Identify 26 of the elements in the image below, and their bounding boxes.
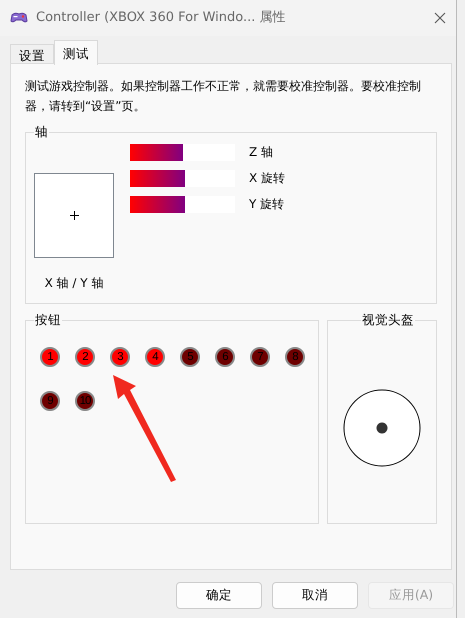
ok-button[interactable]: 确定 bbox=[176, 582, 262, 609]
window-title: Controller (XBOX 360 For Windo... 属性 bbox=[36, 9, 287, 28]
close-icon[interactable] bbox=[434, 12, 446, 24]
button-indicator: 2 bbox=[75, 347, 95, 367]
axis-label: X 轴 / Y 轴 bbox=[44, 275, 104, 292]
button-indicator: 6 bbox=[215, 347, 235, 367]
button-indicator: 8 bbox=[285, 347, 305, 367]
axis-label: Z 轴 bbox=[249, 144, 274, 161]
button-indicator: 9 bbox=[40, 391, 60, 411]
tab[interactable]: 测试 bbox=[54, 40, 98, 65]
crosshair-icon bbox=[70, 211, 78, 220]
group-title: 视觉头盔 bbox=[361, 313, 415, 327]
button-indicator: 4 bbox=[145, 347, 165, 367]
axis-label: X 旋转 bbox=[249, 170, 286, 187]
button-indicator: 5 bbox=[180, 347, 200, 367]
tab[interactable]: 设置 bbox=[10, 44, 54, 65]
axis-label: Y 旋转 bbox=[249, 196, 284, 213]
group-title: 轴 bbox=[34, 125, 49, 139]
button-indicator: 7 bbox=[250, 347, 270, 367]
description-text: 测试游戏控制器。如果控制器工作不正常，就需要校准控制器。要校准控制器，请转到“设置”页。 bbox=[25, 78, 422, 115]
button-indicator: 1 bbox=[40, 347, 60, 367]
button-indicator: 10 bbox=[75, 391, 95, 411]
cancel-button[interactable]: 取消 bbox=[272, 582, 358, 609]
group-title: 按钮 bbox=[34, 313, 62, 327]
gamepad-icon bbox=[10, 12, 28, 24]
button-indicator: 3 bbox=[110, 347, 130, 367]
